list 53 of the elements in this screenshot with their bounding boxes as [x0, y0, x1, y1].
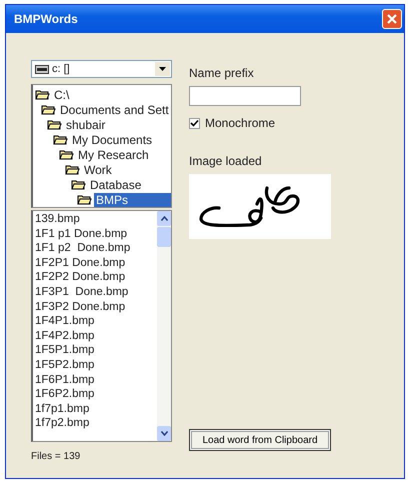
- close-icon: [386, 13, 398, 25]
- file-item[interactable]: 1F3P1 Done.bmp: [35, 284, 157, 300]
- scrollbar[interactable]: [157, 211, 171, 441]
- window-title: BMPWords: [14, 12, 78, 26]
- folder-icon: [71, 179, 86, 190]
- file-item[interactable]: 1F2P2 Done.bmp: [35, 270, 157, 285]
- folder-icon: [35, 89, 50, 100]
- scroll-down-button[interactable]: [157, 426, 171, 441]
- drive-value: c: []: [52, 63, 71, 75]
- file-item[interactable]: 1F4P1.bmp: [35, 314, 157, 329]
- folder-icon: [41, 104, 56, 115]
- folder-item[interactable]: My Documents: [70, 132, 154, 146]
- file-item[interactable]: 139.bmp: [35, 212, 157, 227]
- folder-icon: [65, 164, 80, 175]
- file-count: Files = 139: [31, 451, 82, 462]
- folder-icon: [53, 134, 68, 145]
- file-item[interactable]: 1F2P1 Done.bmp: [35, 256, 157, 270]
- drive-icon: [35, 64, 49, 74]
- file-item[interactable]: 1F6P1.bmp: [35, 372, 157, 388]
- close-button[interactable]: [382, 9, 402, 29]
- file-item[interactable]: 1f7p1.bmp: [35, 402, 157, 416]
- folder-item[interactable]: BMPs: [94, 192, 171, 206]
- file-item[interactable]: 1F3P2 Done.bmp: [35, 300, 157, 314]
- file-item[interactable]: 1F4P2.bmp: [35, 328, 157, 344]
- load-from-clipboard-button[interactable]: Load word from Clipboard: [189, 429, 331, 451]
- folder-icon: [47, 119, 62, 130]
- folder-item[interactable]: shubair: [64, 118, 108, 132]
- checkbox[interactable]: [189, 118, 200, 128]
- caret-icon: [159, 67, 166, 71]
- folder-item[interactable]: Documents and Sett: [58, 102, 171, 116]
- file-item[interactable]: 1f7p2.bmp: [35, 416, 157, 431]
- monochrome-label: Monochrome: [205, 116, 276, 130]
- folder-item[interactable]: Database: [88, 178, 144, 192]
- folder-item[interactable]: Work: [82, 162, 114, 176]
- chevron-down-icon: [160, 431, 168, 436]
- file-item[interactable]: 1F5P1.bmp: [35, 343, 157, 358]
- name-prefix-label: Name prefix: [189, 66, 255, 80]
- file-item[interactable]: 1F6P2.bmp: [35, 387, 157, 402]
- file-item[interactable]: 1F1 p1 Done.bmp: [35, 226, 157, 242]
- scroll-thumb[interactable]: [157, 227, 171, 247]
- file-item[interactable]: 1F1 p2 Done.bmp: [35, 241, 157, 256]
- file-item[interactable]: 1F5P2.bmp: [35, 358, 157, 373]
- dropdown-button[interactable]: [155, 62, 170, 76]
- folder-icon: [77, 194, 92, 205]
- check-icon: [190, 118, 199, 128]
- drive-combo[interactable]: c: []: [31, 60, 172, 78]
- chevron-up-icon: [160, 216, 168, 221]
- folder-item[interactable]: C:\: [52, 88, 72, 102]
- scroll-up-button[interactable]: [157, 211, 171, 226]
- image-loaded-label: Image loaded: [189, 154, 263, 168]
- folder-item[interactable]: My Research: [76, 148, 151, 162]
- name-prefix-field[interactable]: [189, 86, 301, 106]
- folder-icon: [59, 149, 74, 160]
